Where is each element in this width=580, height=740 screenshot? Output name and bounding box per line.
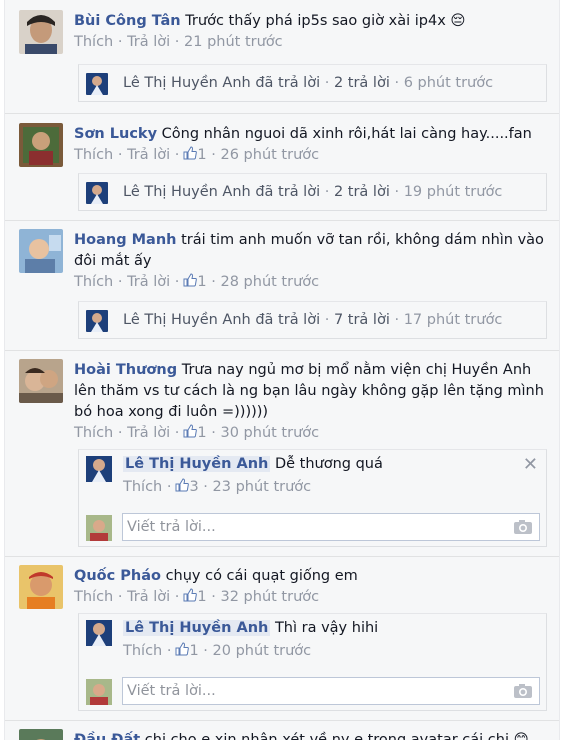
avatar[interactable] [19, 565, 63, 609]
like-count[interactable]: 1 [189, 643, 198, 659]
comment-time[interactable]: 28 phút trước [220, 274, 319, 290]
comment-author[interactable]: Đầu Đất [74, 732, 140, 740]
reply-input-placeholder: Viết trả lời... [127, 683, 216, 699]
reply-summary-time: 19 phút trước [403, 184, 503, 200]
reply-actions: Thích · 1 · 20 phút trước [123, 642, 312, 659]
reply-summary-verb: đã trả lời [255, 184, 321, 200]
reply-summary-time: 17 phút trước [403, 312, 503, 328]
comment-author[interactable]: Hoài Thương [74, 362, 177, 378]
comment-actions: Thích · Trả lời · 1 · 28 phút trước [74, 273, 320, 290]
comment-actions: Thích · Trả lời · 1 · 32 phút trước [74, 588, 320, 605]
reply-item: Lê Thị Huyền Anh Dễ thương quá Thích · 3 … [78, 449, 547, 507]
reply-summary[interactable]: Lê Thị Huyền Anh đã trả lời · 2 trả lời … [78, 173, 547, 211]
avatar [86, 679, 112, 705]
thumbs-up-icon [183, 273, 198, 287]
avatar [86, 310, 108, 332]
comment-time[interactable]: 26 phút trước [220, 147, 319, 163]
avatar [86, 182, 108, 204]
comment-time[interactable]: 32 phút trước [220, 589, 319, 605]
reply-summary[interactable]: Lê Thị Huyền Anh đã trả lời · 2 trả lời … [78, 64, 547, 102]
reply-composer: Viết trả lời... [78, 507, 547, 547]
reply-link[interactable]: Trả lời [127, 425, 170, 441]
comment-item: Hoài Thương Trưa nay ngủ mơ bị mổ nằm vi… [5, 351, 559, 557]
like-link[interactable]: Thích [123, 643, 162, 659]
reply-summary-time: 6 phút trước [403, 75, 494, 91]
like-link[interactable]: Thích [74, 589, 113, 605]
reply-count: 2 trả lời [333, 184, 390, 200]
thumbs-up-icon [183, 146, 198, 160]
comment-item: Bùi Công Tân Trước thấy phá ip5s sao giờ… [5, 0, 559, 114]
reply-count: 7 trả lời [333, 312, 390, 328]
comment-author[interactable]: Sơn Lucky [74, 126, 157, 142]
reply-summary-name: Lê Thị Huyền Anh [123, 184, 251, 200]
avatar[interactable] [19, 729, 63, 740]
reply-summary-name: Lê Thị Huyền Anh [123, 75, 251, 91]
reply-item: Lê Thị Huyền Anh Thì ra vậy hihi Thích ·… [78, 613, 547, 671]
reply-actions: Thích · 3 · 23 phút trước [123, 478, 312, 495]
like-count[interactable]: 3 [189, 479, 198, 495]
avatar[interactable] [86, 456, 112, 482]
reply-link[interactable]: Trả lời [127, 34, 170, 50]
like-count[interactable]: 1 [197, 425, 206, 441]
reply-time[interactable]: 20 phút trước [213, 643, 312, 659]
close-icon[interactable]: ✕ [523, 454, 538, 475]
reply-text: Thì ra vậy hihi [274, 620, 379, 636]
avatar[interactable] [19, 10, 63, 54]
camera-icon[interactable] [513, 683, 533, 699]
reply-input[interactable]: Viết trả lời... [122, 513, 540, 541]
reply-link[interactable]: Trả lời [127, 274, 170, 290]
like-link[interactable]: Thích [123, 479, 162, 495]
thumbs-up-icon [183, 424, 198, 438]
reply-summary-verb: đã trả lời [255, 75, 321, 91]
comment-author[interactable]: Hoang Manh [74, 232, 177, 248]
like-link[interactable]: Thích [74, 34, 113, 50]
avatar[interactable] [19, 123, 63, 167]
comment-text: Công nhân nguoi dã xinh rôi,hát lai càng… [161, 126, 532, 142]
thumbs-up-icon [175, 478, 190, 492]
comment-text: Trước thấy phá ip5s sao giờ xài ip4x 😔 [185, 13, 466, 29]
like-count[interactable]: 1 [197, 589, 206, 605]
comment-time[interactable]: 21 phút trước [184, 34, 283, 50]
avatar[interactable] [19, 359, 63, 403]
reply-summary[interactable]: Lê Thị Huyền Anh đã trả lời · 7 trả lời … [78, 301, 547, 339]
reply-author[interactable]: Lê Thị Huyền Anh [123, 456, 271, 472]
avatar [86, 515, 112, 541]
reply-composer: Viết trả lời... [78, 671, 547, 711]
reply-summary-verb: đã trả lời [255, 312, 321, 328]
comment-author[interactable]: Quốc Pháo [74, 568, 161, 584]
reply-text: Dễ thương quá [274, 456, 383, 472]
comment-text: chị cho e xin nhận xét về ny e trong ava… [144, 732, 529, 740]
thumbs-up-icon [183, 588, 198, 602]
comment-author[interactable]: Bùi Công Tân [74, 13, 181, 29]
reply-time[interactable]: 23 phút trước [213, 479, 312, 495]
like-link[interactable]: Thích [74, 425, 113, 441]
reply-link[interactable]: Trả lời [127, 589, 170, 605]
camera-icon[interactable] [513, 519, 533, 535]
comment-actions: Thích · Trả lời · 1 · 26 phút trước [74, 146, 320, 163]
comment-actions: Thích · Trả lời · 1 · 30 phút trước [74, 424, 320, 441]
reply-input-placeholder: Viết trả lời... [127, 519, 216, 535]
comment-time[interactable]: 30 phút trước [220, 425, 319, 441]
comment-item: Quốc Pháo chụy có cái quạt giống em Thíc… [5, 557, 559, 721]
thumbs-up-icon [175, 642, 190, 656]
reply-count: 2 trả lời [333, 75, 390, 91]
avatar [86, 73, 108, 95]
comment-panel: Bùi Công Tân Trước thấy phá ip5s sao giờ… [4, 0, 560, 740]
like-link[interactable]: Thích [74, 274, 113, 290]
reply-input[interactable]: Viết trả lời... [122, 677, 540, 705]
comment-actions: Thích · Trả lời · 21 phút trước [74, 34, 283, 50]
like-count[interactable]: 1 [197, 147, 206, 163]
comment-text: chụy có cái quạt giống em [165, 568, 358, 584]
reply-link[interactable]: Trả lời [127, 147, 170, 163]
reply-summary-name: Lê Thị Huyền Anh [123, 312, 251, 328]
avatar[interactable] [19, 229, 63, 273]
comment-item: Hoang Manh trái tim anh muốn vỡ tan rồi,… [5, 221, 559, 351]
like-count[interactable]: 1 [197, 274, 206, 290]
comment-item: Sơn Lucky Công nhân nguoi dã xinh rôi,há… [5, 114, 559, 221]
reply-author[interactable]: Lê Thị Huyền Anh [123, 620, 271, 636]
like-link[interactable]: Thích [74, 147, 113, 163]
avatar[interactable] [86, 620, 112, 646]
comment-item: Đầu Đất chị cho e xin nhận xét về ny e t… [5, 721, 559, 740]
